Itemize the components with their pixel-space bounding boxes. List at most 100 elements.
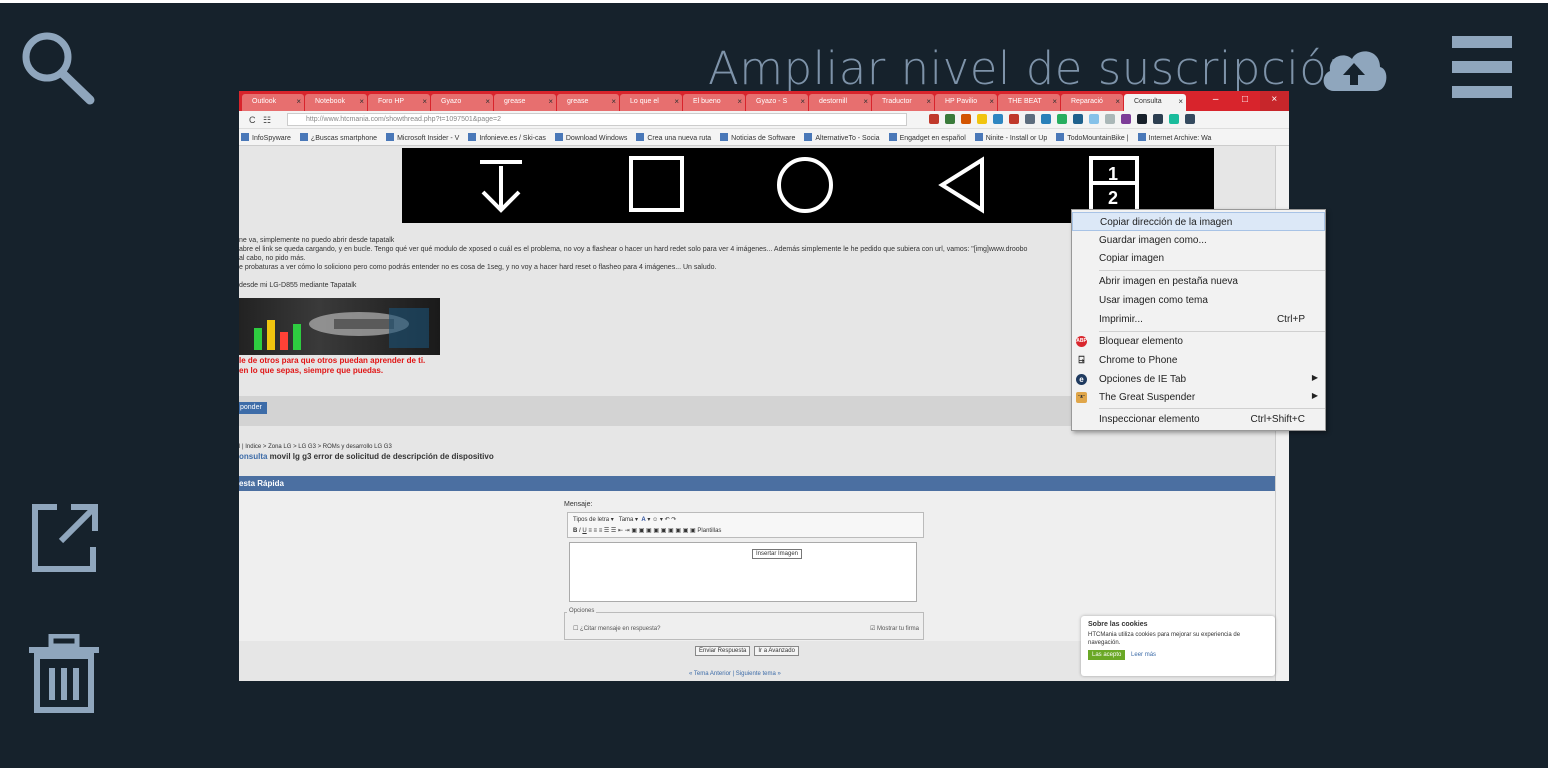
quote-checkbox[interactable]: ☐ ¿Citar mensaje en respuesta? [573,625,660,632]
accept-cookies-button[interactable]: Las acepto [1088,650,1126,660]
extension-icon[interactable] [1121,114,1131,124]
browser-tab[interactable]: Traductor [872,94,934,111]
reload-icon[interactable]: C ☷ [249,115,271,126]
browser-tab[interactable]: grease [494,94,556,111]
extension-icon[interactable] [1089,114,1099,124]
phone-icon: ⍈ [1078,355,1085,366]
signature-checkbox[interactable]: ☑ Mostrar tu firma [870,625,919,632]
upgrade-subscription-link[interactable]: Ampliar nivel de suscripción [708,42,1356,95]
browser-tab[interactable]: THE BEAT [998,94,1060,111]
browser-tab[interactable]: El bueno [683,94,745,111]
bookmark-item[interactable]: TodoMountainBike | [1056,133,1128,145]
url-field[interactable]: http://www.htcmania.com/showthread.php?t… [287,113,907,126]
url-text: http://www.htcmania.com/showthread.php?t… [306,116,501,123]
post-line: desde mi LG-D855 mediante Tapatalk [239,282,357,289]
bold-icon[interactable]: B [573,528,577,534]
editor-toolbar: Tipos de letra ▾ Tama ▾ A ▾ ☺ ▾ ↶ ↷ B I … [567,512,924,538]
cloud-upload-icon[interactable] [1318,45,1390,93]
menu-item-label: Opciones de IE Tab [1099,374,1187,385]
bookmark-item[interactable]: Ninite - Install or Up [975,133,1047,145]
extension-icon[interactable] [1185,114,1195,124]
maximize-icon[interactable]: □ [1230,91,1259,111]
browser-tab[interactable]: grease [557,94,619,111]
submit-reply-button[interactable]: Enviar Respuesta [695,646,751,656]
browser-tab[interactable]: Gyazo - S [746,94,808,111]
extension-icon[interactable] [1153,114,1163,124]
hamburger-menu-icon[interactable] [1452,36,1512,99]
extension-icon[interactable] [1073,114,1083,124]
cookie-text: HTCMania utiliza cookies para mejorar su… [1088,632,1241,646]
extension-icon[interactable] [977,114,987,124]
browser-tab-bar: Outlook Notebook Foro HP Gyazo grease gr… [239,91,1289,111]
menu-item-use-image-as-theme[interactable]: Usar imagen como tema [1072,291,1325,310]
read-more-link[interactable]: Leer más [1131,652,1156,658]
menu-item-inspect-element[interactable]: Inspeccionar elemento Ctrl+Shift+C [1072,410,1325,429]
bookmark-item[interactable]: Microsoft Insider - V [386,133,459,145]
extension-icon[interactable] [1009,114,1019,124]
extension-icon[interactable] [1169,114,1179,124]
italic-icon[interactable]: I [579,528,581,534]
bookmark-item[interactable]: ¿Buscas smartphone [300,133,377,145]
bookmark-item[interactable]: Engadget en español [889,133,966,145]
extension-icon[interactable] [1057,114,1067,124]
insert-image-tooltip: Insertar Imagen [752,549,803,559]
browser-tab[interactable]: Foro HP [368,94,430,111]
menu-item-chrome-to-phone[interactable]: ⍈ Chrome to Phone [1072,351,1325,370]
breadcrumb-path[interactable]: l | Indice > Zona LG > LG G3 > ROMs y de… [239,443,494,452]
minimize-icon[interactable]: – [1201,91,1230,111]
top-border [0,0,1548,3]
open-external-icon[interactable] [31,503,99,573]
menu-separator [1099,408,1325,409]
close-window-icon[interactable]: × [1259,91,1289,111]
menu-item-open-image-new-tab[interactable]: Abrir imagen en pestaña nueva [1072,272,1325,291]
bookmark-item[interactable]: Download Windows [555,133,627,145]
browser-tab-active[interactable]: Consulta [1124,94,1186,111]
reply-button[interactable]: ponder [239,402,267,414]
bookmark-item[interactable]: Crea una nueva ruta [636,133,711,145]
bookmarks-bar: InfoSpyware ¿Buscas smartphone Microsoft… [239,129,1289,146]
adblock-icon: ABP [1076,336,1087,347]
trash-icon[interactable] [29,634,99,714]
advanced-button[interactable]: Ir a Avanzado [754,646,799,656]
message-textarea[interactable] [569,542,917,602]
thread-navigation[interactable]: « Tema Anterior | Siguiente tema » [689,671,781,677]
menu-item-great-suspender[interactable]: ᵔᴥᵔ The Great Suspender ▶ [1072,388,1325,407]
menu-item-label: Bloquear elemento [1099,336,1183,347]
extension-icon[interactable] [1105,114,1115,124]
browser-tab[interactable]: Reparació [1061,94,1123,111]
submit-row: Enviar Respuesta Ir a Avanzado [695,646,799,656]
browser-tab[interactable]: HP Pavilio [935,94,997,111]
browser-tab[interactable]: Gyazo [431,94,493,111]
size-select[interactable]: Tama [619,517,634,523]
extension-icon[interactable] [993,114,1003,124]
post-line: abre el link se queda cargando, y en buc… [239,246,1028,253]
bookmark-item[interactable]: Noticias de Software [720,133,795,145]
browser-tab[interactable]: Lo que el [620,94,682,111]
menu-item-copy-image-address[interactable]: Copiar dirección de la imagen [1072,212,1325,231]
extension-icon[interactable] [945,114,955,124]
extension-icon[interactable] [929,114,939,124]
font-select[interactable]: Tipos de letra [573,517,609,523]
browser-tab[interactable]: Outlook [242,94,304,111]
search-icon[interactable] [16,27,98,107]
address-bar-row: C ☷ http://www.htcmania.com/showthread.p… [239,111,1289,129]
bookmark-item[interactable]: InfoSpyware [241,133,291,145]
menu-item-copy-image[interactable]: Copiar imagen [1072,249,1325,268]
bookmark-item[interactable]: AlternativeTo - Socia [804,133,879,145]
menu-item-save-image[interactable]: Guardar imagen como... [1072,231,1325,250]
bookmark-item[interactable]: Internet Archive: Wa [1138,133,1212,145]
submenu-arrow-icon: ▶ [1311,391,1318,400]
extension-icon[interactable] [961,114,971,124]
menu-item-print[interactable]: Imprimir... Ctrl+P [1072,310,1325,329]
menu-item-ie-tab-options[interactable]: e Opciones de IE Tab ▶ [1072,370,1325,389]
extension-icon[interactable] [1025,114,1035,124]
extension-icon[interactable] [1041,114,1051,124]
post-content: ne va, simplemente no puedo abrir desde … [239,236,1027,290]
templates-select[interactable]: Plantillas [697,528,721,534]
extension-icon[interactable] [1137,114,1147,124]
underline-icon[interactable]: U [582,528,586,534]
bookmark-item[interactable]: Infonieve.es / Ski-cas [468,133,546,145]
browser-tab[interactable]: destornill [809,94,871,111]
menu-item-block-element[interactable]: ABP Bloquear elemento [1072,332,1325,351]
browser-tab[interactable]: Notebook [305,94,367,111]
